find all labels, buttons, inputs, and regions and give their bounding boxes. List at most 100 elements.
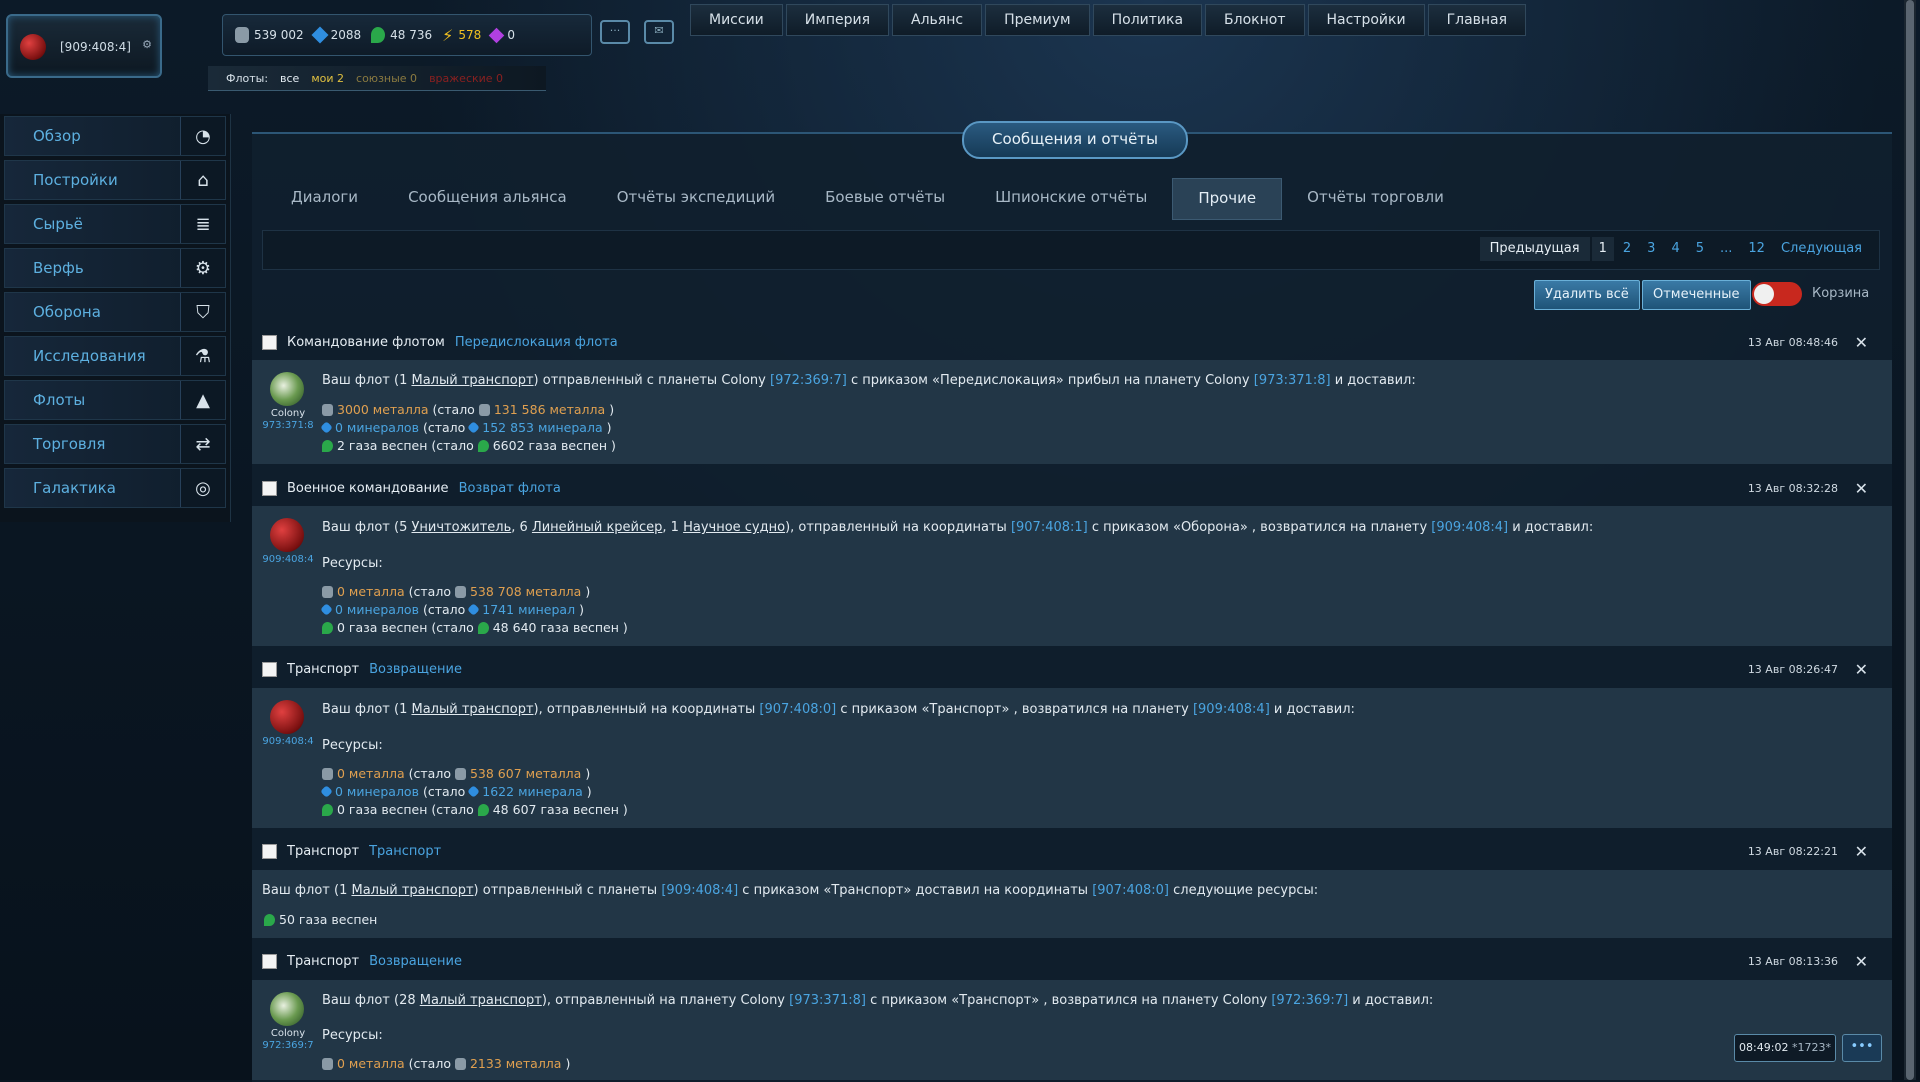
tab-other[interactable]: Прочие (1172, 178, 1283, 220)
ship-link[interactable]: Малый транспорт (411, 373, 533, 388)
delivered-amount: 0 газа веспен (337, 620, 428, 635)
server-clock: 08:49:02 *1723* (1734, 1034, 1836, 1062)
message-checkbox[interactable] (262, 953, 277, 969)
tab-alliance-messages[interactable]: Сообщения альянса (383, 178, 592, 218)
coord-link[interactable]: [973:371:8] (789, 993, 866, 1008)
sidebar-item-overview[interactable]: Обзор ◔ (4, 116, 226, 156)
tab-dialogs[interactable]: Диалоги (266, 178, 383, 218)
tab-expedition-reports[interactable]: Отчёты экспедиций (592, 178, 800, 218)
close-icon[interactable]: ✕ (1855, 479, 1868, 498)
coord-link[interactable]: [909:408:4] (1193, 702, 1270, 717)
fleets-all[interactable]: все (280, 72, 299, 85)
text-part: (стало (408, 766, 451, 781)
tab-spy-reports[interactable]: Шпионские отчёты (970, 178, 1172, 218)
marked-button[interactable]: Отмеченные (1642, 280, 1751, 310)
sidebar-item-defense[interactable]: Оборона ⛉ (4, 292, 226, 332)
chat-button[interactable]: ••• (1842, 1034, 1882, 1062)
metal-icon (454, 585, 466, 598)
planet-selector[interactable]: [909:408:4] ⚙ (6, 14, 162, 78)
pager-page[interactable]: 3 (1640, 237, 1662, 261)
message-checkbox[interactable] (262, 843, 277, 859)
pager-next[interactable]: Следующая (1774, 237, 1869, 261)
pager-page[interactable]: 1 (1591, 237, 1614, 261)
menu-premium[interactable]: Премиум (985, 4, 1090, 36)
sidebar-item-trade[interactable]: Торговля ⇄ (4, 424, 226, 464)
menu-empire[interactable]: Империя (785, 4, 889, 36)
pager-page[interactable]: 2 (1616, 237, 1638, 261)
text-part: (стало (422, 602, 466, 617)
delete-all-button[interactable]: Удалить всё (1534, 280, 1640, 310)
scrollbar[interactable] (1904, 0, 1916, 1080)
menu-politics[interactable]: Политика (1092, 4, 1203, 36)
sidebar-item-resources[interactable]: Сырьё ≣ (4, 204, 226, 244)
trash-label: Корзина (1812, 286, 1870, 301)
fleets-mine[interactable]: мои 2 (311, 72, 344, 85)
pager-page[interactable]: 4 (1664, 237, 1686, 261)
avatar-coord[interactable]: 909:408:4 (256, 736, 320, 747)
coord-link[interactable]: [907:408:1] (1011, 520, 1088, 535)
coord-link[interactable]: [909:408:4] (1431, 520, 1508, 535)
menu-settings[interactable]: Настройки (1307, 4, 1425, 36)
message-body: 909:408:4 Ваш флот (5 Уничтожитель, 6 Ли… (252, 506, 1892, 646)
ship-link[interactable]: Научное судно (683, 520, 785, 535)
resource-line: 2 газа веспен (стало 6602 газа веспен) (322, 438, 616, 453)
ship-link[interactable]: Малый транспорт (351, 883, 473, 898)
avatar-coord[interactable]: 973:371:8 (256, 420, 320, 431)
scrollbar-thumb[interactable] (1906, 0, 1914, 1080)
sidebar-item-shipyard[interactable]: Верфь ⚙ (4, 248, 226, 288)
trash-toggle[interactable] (1752, 282, 1802, 306)
coord-link[interactable]: [909:408:4] (661, 883, 738, 898)
total-amount: 152 853 минерала (482, 420, 603, 435)
ship-link[interactable]: Уничтожитель (411, 520, 511, 535)
close-icon[interactable]: ✕ (1855, 842, 1868, 861)
tab-battle-reports[interactable]: Боевые отчёты (800, 178, 970, 218)
message-date: 13 Авг 08:48:46 (1747, 335, 1838, 349)
sidebar: Обзор ◔ Постройки ⌂ Сырьё ≣ Верфь ⚙ Оборона ⛉… (0, 114, 231, 522)
clock-extra: *1723* (1791, 1041, 1831, 1054)
ship-link[interactable]: Малый транспорт (420, 993, 542, 1008)
message-checkbox[interactable] (262, 480, 277, 496)
avatar-coord[interactable]: 972:369:7 (256, 1040, 320, 1051)
crystal-icon (467, 785, 481, 798)
menu-home[interactable]: Главная (1427, 4, 1527, 36)
gas-icon (477, 621, 489, 634)
message-sender: Военное командование (287, 480, 449, 496)
menu-missions[interactable]: Миссии (690, 4, 783, 36)
avatar-coord[interactable]: 909:408:4 (256, 554, 320, 565)
coord-link[interactable]: [972:369:7] (1271, 993, 1348, 1008)
coord-link[interactable]: [907:408:0] (759, 702, 836, 717)
close-icon[interactable]: ✕ (1855, 333, 1868, 352)
coord-link[interactable]: [973:371:8] (1254, 373, 1331, 388)
fleets-allied[interactable]: союзные 0 (356, 72, 417, 85)
planet-settings-icon[interactable]: ⚙ (142, 38, 152, 51)
tab-trade-reports[interactable]: Отчёты торговли (1282, 178, 1469, 218)
message-date: 13 Авг 08:22:21 (1747, 844, 1838, 858)
sidebar-item-research[interactable]: Исследования ⚗ (4, 336, 226, 376)
coord-link[interactable]: [972:369:7] (770, 373, 847, 388)
sidebar-item-fleets[interactable]: Флоты ▲ (4, 380, 226, 420)
pager-prev[interactable]: Предыдущая (1479, 237, 1590, 261)
ship-link[interactable]: Линейный крейсер (532, 520, 662, 535)
text-part: Ваш флот (1 (322, 373, 412, 388)
fleets-hostile[interactable]: вражеские 0 (429, 72, 503, 85)
message-checkbox[interactable] (262, 334, 277, 350)
pager-page[interactable]: 5 (1689, 237, 1711, 261)
gas-value: 48 736 (390, 28, 433, 42)
avatar-label: Colony (270, 1028, 306, 1039)
coord-link[interactable]: [907:408:0] (1092, 883, 1169, 898)
text-part: ) (585, 584, 591, 599)
close-icon[interactable]: ✕ (1855, 952, 1868, 971)
close-icon[interactable]: ✕ (1855, 660, 1868, 679)
message-checkbox[interactable] (262, 661, 277, 677)
ship-link[interactable]: Малый транспорт (411, 702, 533, 717)
chat-icon[interactable]: ··· (600, 20, 630, 44)
pager-page[interactable]: 12 (1741, 237, 1772, 261)
sidebar-item-buildings[interactable]: Постройки ⌂ (4, 160, 226, 200)
menu-alliance[interactable]: Альянс (892, 4, 983, 36)
sidebar-item-galaxy[interactable]: Галактика ◎ (4, 468, 226, 508)
mail-icon[interactable]: ✉ (644, 20, 674, 44)
message-date: 13 Авг 08:32:28 (1747, 481, 1838, 495)
delivered-amount: 0 минералов (335, 420, 419, 435)
menu-notepad[interactable]: Блокнот (1205, 4, 1305, 36)
message-sender: Транспорт (287, 843, 360, 859)
